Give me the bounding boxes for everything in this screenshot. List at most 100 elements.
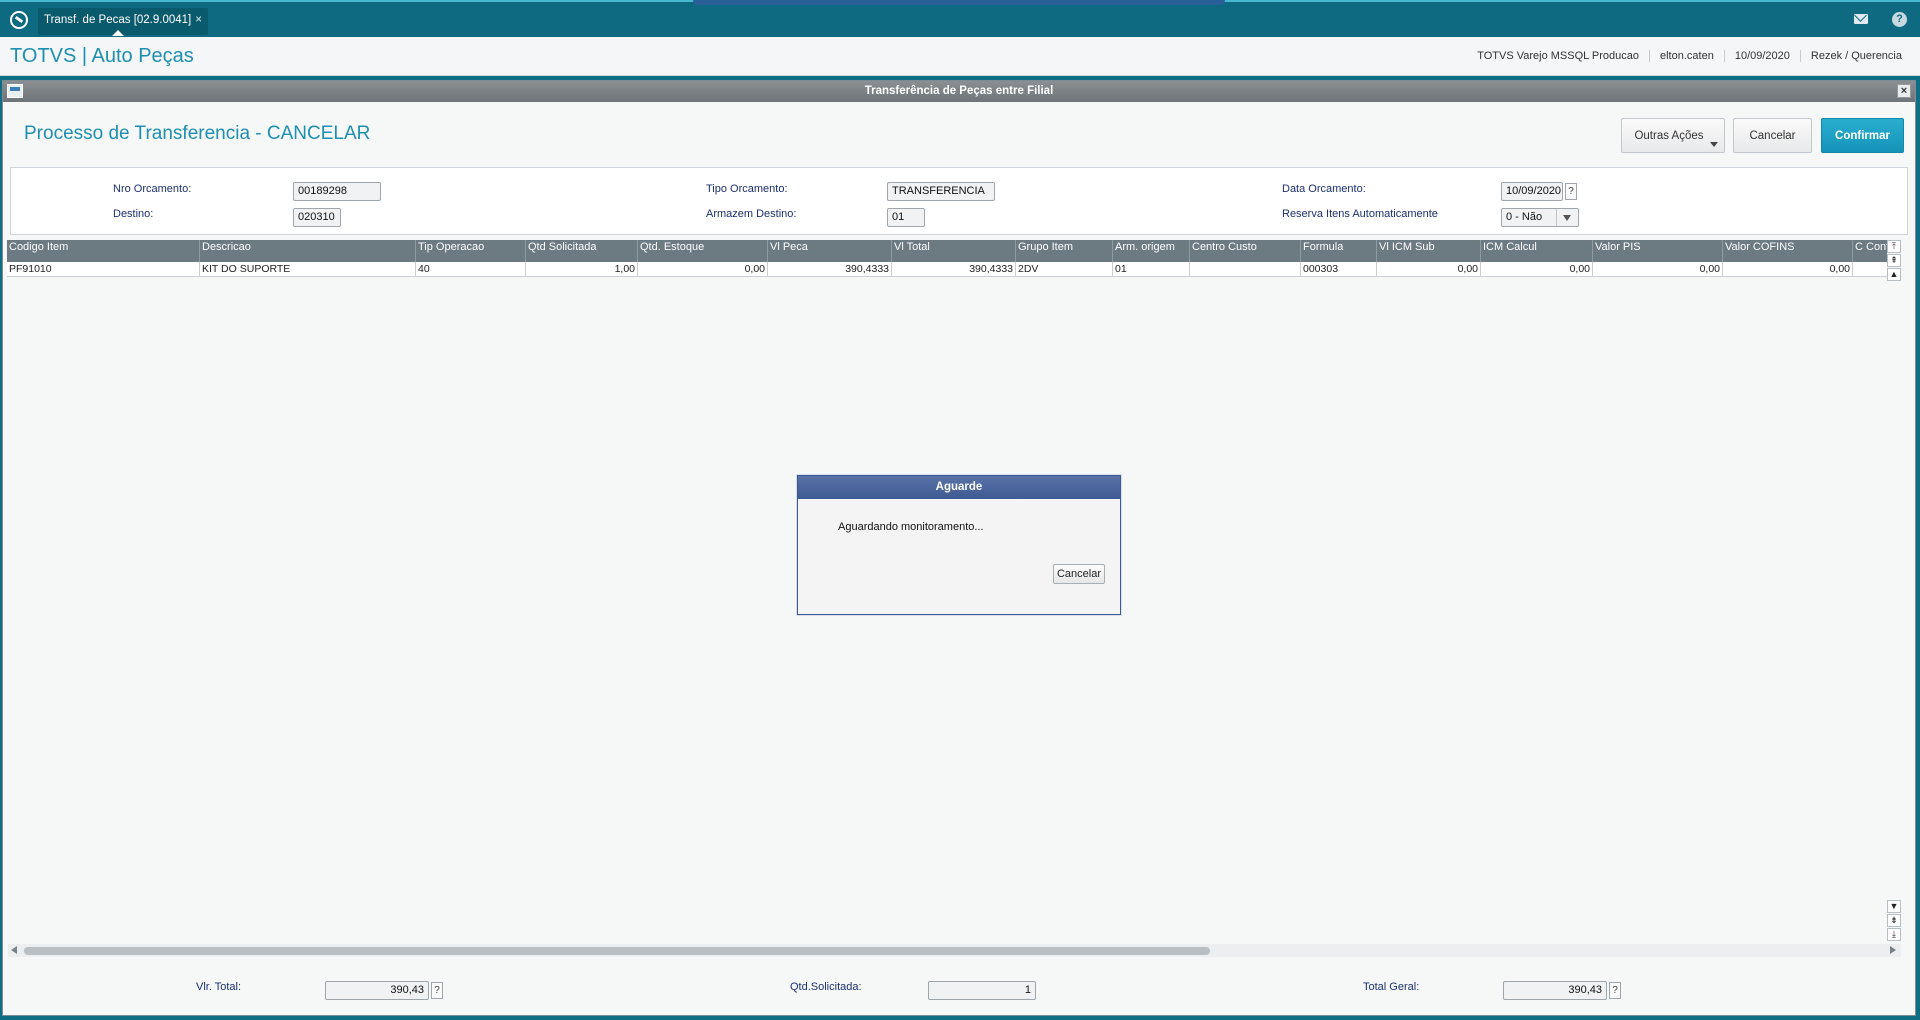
column-header[interactable]: Vl Total (892, 240, 1016, 262)
reserva-selected-value: 0 - Não (1506, 211, 1543, 223)
wait-dialog-cancel-button[interactable]: Cancelar (1053, 564, 1105, 584)
column-header[interactable]: C Contab (1853, 240, 1887, 262)
grid-horizontal-scrollbar[interactable] (8, 944, 1901, 957)
vlr-total-label: Vlr. Total: (196, 981, 242, 993)
wait-dialog-message: Aguardando monitoramento... (838, 521, 984, 533)
table-cell[interactable]: 0,00 (1723, 262, 1853, 276)
scroll-right-icon[interactable] (1890, 946, 1896, 954)
table-cell[interactable]: PF91010 (7, 262, 200, 276)
nro-orcamento-label: Nro Orcamento: (113, 183, 192, 195)
scroll-page-down-icon[interactable]: ⇟ (1887, 914, 1901, 927)
column-header[interactable]: Arm. origem (1113, 240, 1190, 262)
qtd-solicitada-label: Qtd.Solicitada: (790, 981, 862, 993)
chevron-down-icon (1710, 142, 1718, 147)
help-icon[interactable]: ? (1892, 12, 1907, 27)
column-header[interactable]: Vl ICM Sub (1377, 240, 1481, 262)
app-tab-active-caret-icon (112, 30, 124, 36)
table-cell[interactable]: 0,00 (1481, 262, 1593, 276)
horizontal-scroll-thumb[interactable] (24, 947, 1210, 955)
destino-field[interactable]: 020310 (293, 208, 341, 227)
destino-label: Destino: (113, 208, 154, 220)
column-header[interactable]: ICM Calcul (1481, 240, 1593, 262)
app-tab-close-icon[interactable]: × (195, 14, 202, 26)
armazem-destino-field[interactable]: 01 (887, 208, 925, 227)
other-actions-button[interactable]: Outras Ações (1621, 118, 1725, 153)
top-highlight (693, 0, 1225, 5)
table-cell[interactable] (1853, 262, 1887, 276)
table-cell[interactable]: 01 (1113, 262, 1190, 276)
top-app-bar: Transf. de Pecas [02.9.0041] × ? (0, 0, 1920, 37)
table-cell[interactable]: 1,00 (526, 262, 638, 276)
brand-title: TOTVS | Auto Peças (10, 45, 194, 67)
table-cell[interactable]: 0,00 (1377, 262, 1481, 276)
totvs-logo-icon[interactable] (10, 11, 28, 29)
tipo-orcamento-field[interactable]: TRANSFERENCIA (887, 182, 995, 201)
column-header[interactable]: Qtd. Estoque (638, 240, 768, 262)
confirm-button[interactable]: Confirmar (1821, 118, 1904, 153)
branch-label[interactable]: Rezek / Querencia (1799, 50, 1912, 62)
window-title: Transferência de Peças entre Filial (864, 85, 1054, 97)
column-header[interactable]: Tip Operacao (416, 240, 526, 262)
session-info: TOTVS Varejo MSSQL Producao elton.caten … (1467, 50, 1912, 62)
window-close-button[interactable]: × (1897, 84, 1911, 98)
window-titlebar: Transferência de Peças entre Filial × (3, 81, 1915, 102)
column-header[interactable]: Valor PIS (1593, 240, 1723, 262)
data-orcamento-help-button[interactable]: ? (1565, 183, 1577, 200)
app-tab-label: Transf. de Pecas [02.9.0041] (44, 14, 192, 26)
table-cell[interactable]: 0,00 (1593, 262, 1723, 276)
chevron-down-icon[interactable] (1556, 209, 1578, 226)
scroll-top-icon[interactable]: ⤒ (1887, 240, 1901, 253)
table-cell[interactable]: 390,4333 (892, 262, 1016, 276)
qtd-solicitada-field: 1 (928, 981, 1036, 1000)
vlr-total-help-button[interactable]: ? (431, 982, 443, 999)
reserva-label: Reserva Itens Automaticamente (1282, 208, 1438, 220)
wait-dialog: Aguarde Aguardando monitoramento... Canc… (797, 475, 1121, 615)
column-header[interactable]: Descricao (200, 240, 416, 262)
page-title: Processo de Transferencia - CANCELAR (24, 123, 371, 144)
app-tab-transf-pecas[interactable]: Transf. de Pecas [02.9.0041] × (38, 8, 208, 36)
app-header: TOTVS | Auto Peças TOTVS Varejo MSSQL Pr… (0, 37, 1920, 76)
scroll-page-up-icon[interactable]: ⇞ (1887, 254, 1901, 267)
other-actions-label: Outras Ações (1634, 129, 1704, 142)
user-label[interactable]: elton.caten (1649, 50, 1724, 62)
data-orcamento-label: Data Orcamento: (1282, 183, 1366, 195)
column-header[interactable]: Grupo Item (1016, 240, 1113, 262)
table-cell[interactable]: 40 (416, 262, 526, 276)
table-cell[interactable]: 0,00 (638, 262, 768, 276)
cancel-button[interactable]: Cancelar (1733, 118, 1812, 153)
reserva-select[interactable]: 0 - Não (1501, 208, 1579, 227)
column-header[interactable]: Formula (1301, 240, 1377, 262)
mail-icon[interactable] (1854, 14, 1868, 24)
table-row[interactable]: PF91010 KIT DO SUPORTE 40 1,00 0,00 390,4333 3… (7, 262, 1887, 277)
column-header[interactable]: Centro Custo (1190, 240, 1301, 262)
table-cell[interactable] (1190, 262, 1301, 276)
tipo-orcamento-label: Tipo Orcamento: (706, 183, 788, 195)
wait-dialog-title: Aguarde (798, 476, 1120, 499)
grid-header: Codigo Item Descricao Tip Operacao Qtd Soli… (7, 240, 1887, 262)
environment-label: TOTVS Varejo MSSQL Producao (1477, 50, 1639, 62)
scroll-down-icon[interactable]: ▼ (1887, 900, 1901, 913)
data-orcamento-field[interactable]: 10/09/2020 (1501, 182, 1563, 201)
window-icon (7, 84, 23, 98)
header-form: Nro Orcamento: 00189298 Destino: 020310 … (10, 167, 1908, 235)
scroll-left-icon[interactable] (11, 946, 17, 954)
column-header[interactable]: Codigo Item (7, 240, 200, 262)
column-header[interactable]: Valor COFINS (1723, 240, 1853, 262)
total-geral-label: Total Geral: (1363, 981, 1420, 993)
grid-vertical-scrollbar[interactable]: ⤒ ⇞ ▲ ▼ ⇟ ⤓ (1886, 240, 1902, 945)
total-geral-help-button[interactable]: ? (1609, 982, 1621, 999)
totals-footer: Vlr. Total: 390,43 ? Qtd.Solicitada: 1 T… (2, 958, 1916, 1016)
nro-orcamento-field[interactable]: 00189298 (293, 182, 381, 201)
column-header[interactable]: Qtd Solicitada (526, 240, 638, 262)
vlr-total-field: 390,43 (325, 981, 429, 1000)
table-cell[interactable]: 2DV (1016, 262, 1113, 276)
total-geral-field: 390,43 (1503, 981, 1607, 1000)
scroll-bottom-icon[interactable]: ⤓ (1887, 928, 1901, 941)
scroll-up-icon[interactable]: ▲ (1887, 268, 1901, 281)
table-cell[interactable]: 000303 (1301, 262, 1377, 276)
armazem-destino-label: Armazem Destino: (706, 208, 797, 220)
date-label: 10/09/2020 (1723, 50, 1800, 62)
table-cell[interactable]: KIT DO SUPORTE (200, 262, 416, 276)
table-cell[interactable]: 390,4333 (768, 262, 892, 276)
column-header[interactable]: Vl Peca (768, 240, 892, 262)
